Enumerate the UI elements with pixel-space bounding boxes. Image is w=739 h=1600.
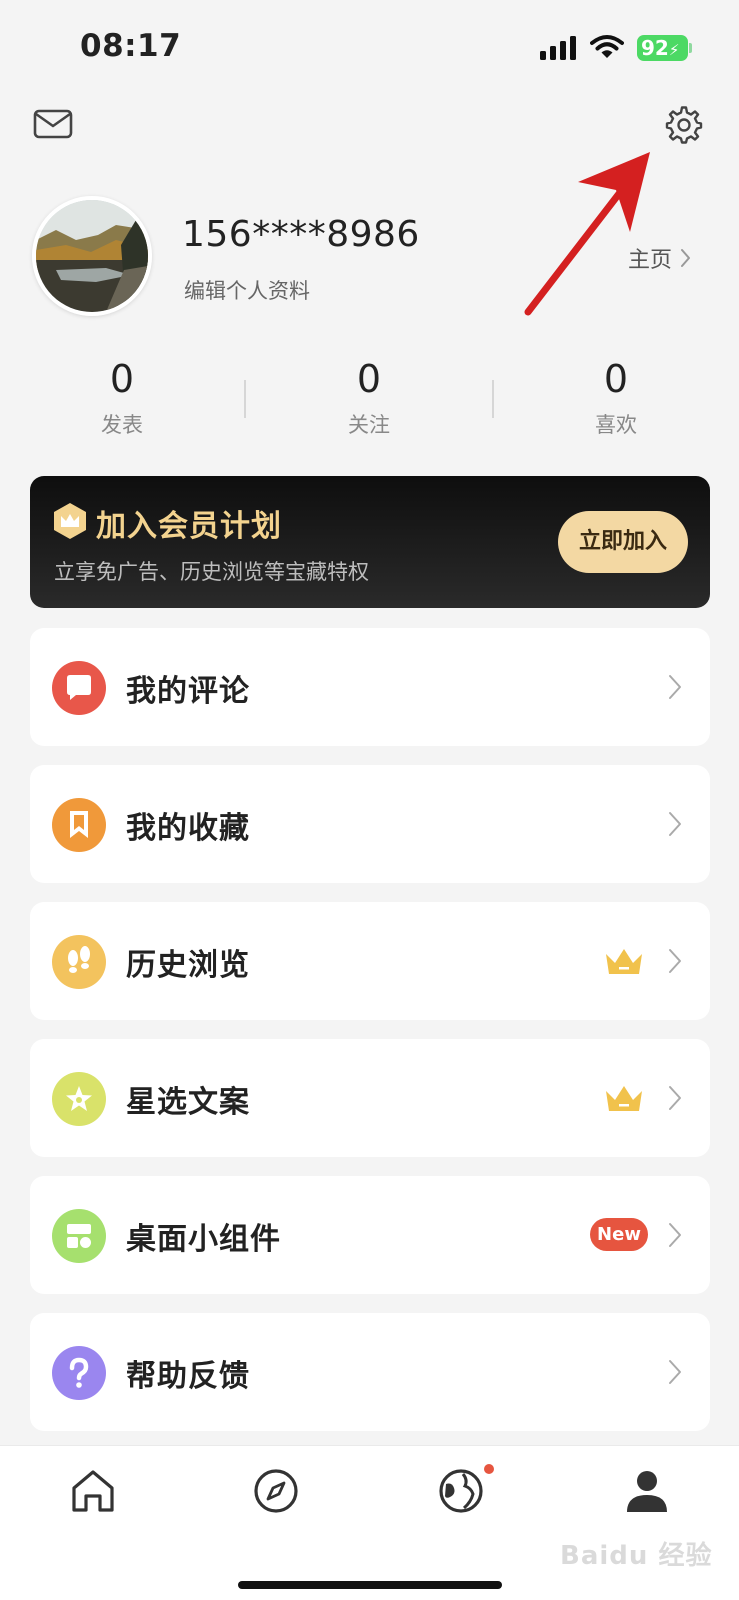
profile-icon[interactable]: [622, 1466, 672, 1516]
watermark: Baidu 经验: [560, 1541, 713, 1571]
question-icon: [52, 1346, 106, 1400]
home-icon[interactable]: [68, 1466, 118, 1516]
menu-item-history[interactable]: 历史浏览: [30, 902, 710, 1020]
footprints-icon: [52, 935, 106, 989]
vip-banner[interactable]: 加入会员计划 立享免广告、历史浏览等宝藏特权 立即加入: [30, 476, 710, 608]
menu-item-label: 桌面小组件: [126, 1222, 281, 1257]
menu-item-label: 我的评论: [126, 674, 250, 709]
chevron-right-icon: [669, 812, 681, 836]
stat-divider: [492, 380, 494, 418]
bottom-nav: [0, 1445, 739, 1600]
homepage-link[interactable]: 主页: [628, 242, 691, 274]
chevron-right-icon: [669, 1086, 681, 1110]
vip-crown-badge-icon: [54, 503, 86, 539]
status-time: 08:17: [80, 28, 182, 64]
crown-icon: [606, 1086, 642, 1111]
avatar-landscape-image: [36, 200, 148, 312]
stat-following[interactable]: 0 关注: [269, 355, 469, 439]
globe-icon[interactable]: [436, 1466, 486, 1516]
comment-icon: [52, 661, 106, 715]
edit-profile-link[interactable]: 编辑个人资料: [184, 275, 310, 305]
homepage-label: 主页: [627, 248, 672, 273]
stat-following-count: 0: [356, 357, 382, 401]
annotation-arrow: [524, 152, 650, 316]
stat-likes-count: 0: [603, 357, 629, 401]
gear-icon[interactable]: [664, 105, 704, 145]
wifi-icon: [590, 35, 624, 58]
chevron-right-icon: [681, 249, 690, 267]
star-icon: [52, 1072, 106, 1126]
charging-bolt-icon: ⚡: [668, 41, 680, 59]
vip-title: 加入会员计划: [96, 509, 282, 544]
menu-item-featured-copy[interactable]: 星选文案: [30, 1039, 710, 1157]
menu-item-comments[interactable]: 我的评论: [30, 628, 710, 746]
new-badge: New: [590, 1218, 648, 1251]
menu-item-label: 我的收藏: [126, 811, 250, 846]
stat-likes-label: 喜欢: [595, 413, 637, 437]
cellular-signal-icon: [540, 36, 576, 60]
widget-icon: [52, 1209, 106, 1263]
menu-item-label: 星选文案: [126, 1085, 250, 1120]
home-indicator: [238, 1581, 502, 1589]
status-bar: 08:17 92⚡: [0, 0, 739, 95]
stat-posts-label: 发表: [101, 413, 143, 437]
battery-cap: [689, 43, 692, 53]
chevron-right-icon: [669, 949, 681, 973]
menu-item-help-feedback[interactable]: 帮助反馈: [30, 1313, 710, 1431]
bookmark-icon: [52, 798, 106, 852]
menu-item-favorites[interactable]: 我的收藏: [30, 765, 710, 883]
mail-icon[interactable]: [33, 108, 73, 140]
chevron-right-icon: [669, 675, 681, 699]
username: 156****8986: [182, 214, 420, 255]
notification-dot: [484, 1464, 494, 1474]
chevron-right-icon: [669, 1360, 681, 1384]
menu-item-label: 历史浏览: [126, 948, 250, 983]
stat-likes[interactable]: 0 喜欢: [516, 355, 716, 439]
chevron-right-icon: [669, 1223, 681, 1247]
menu-item-widgets[interactable]: 桌面小组件 New: [30, 1176, 710, 1294]
vip-join-button[interactable]: 立即加入: [558, 511, 688, 573]
compass-icon[interactable]: [251, 1466, 301, 1516]
crown-icon: [606, 949, 642, 974]
stats-row: 0 发表 0 关注 0 喜欢: [0, 355, 739, 445]
menu-item-label: 帮助反馈: [126, 1359, 250, 1394]
avatar[interactable]: [32, 196, 152, 316]
stat-following-label: 关注: [348, 413, 390, 437]
battery-level: 92: [641, 36, 669, 60]
vip-subtitle: 立享免广告、历史浏览等宝藏特权: [54, 560, 369, 584]
stat-posts[interactable]: 0 发表: [22, 355, 222, 439]
stat-posts-count: 0: [109, 357, 135, 401]
stat-divider: [244, 380, 246, 418]
battery-indicator: 92⚡: [637, 35, 688, 61]
